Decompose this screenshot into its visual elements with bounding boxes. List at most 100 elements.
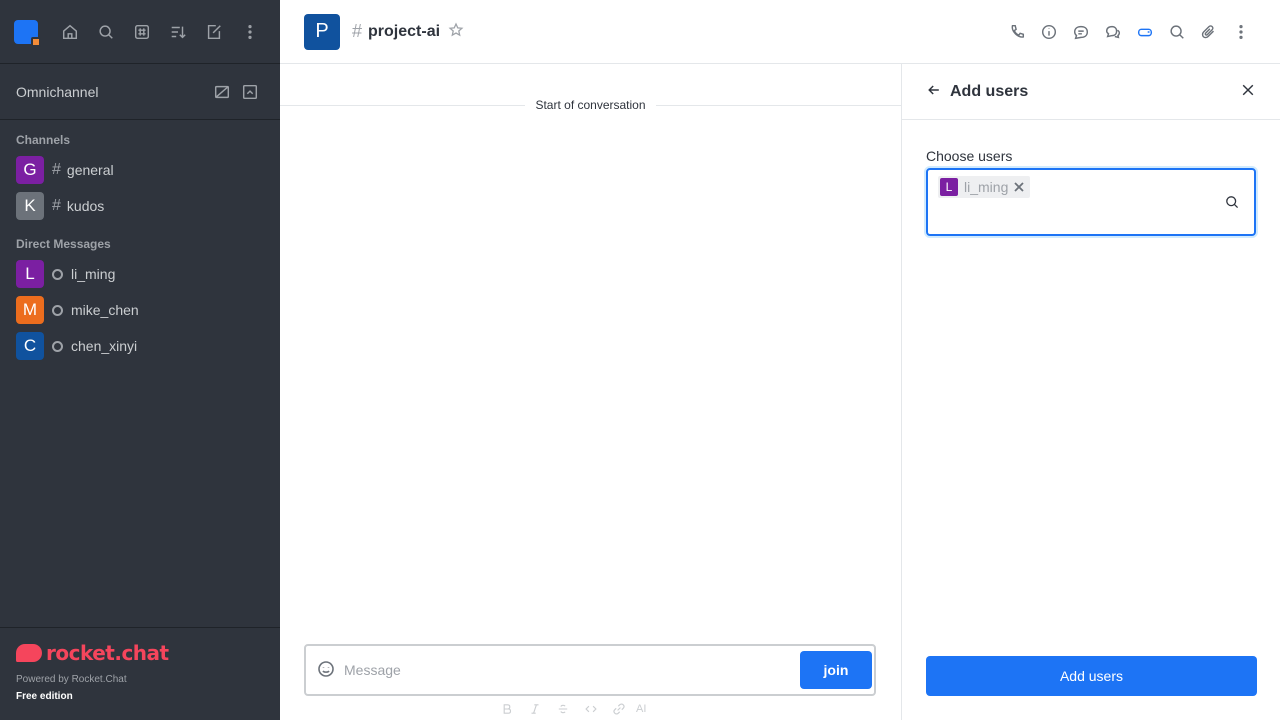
room-title[interactable]: project-ai bbox=[368, 23, 440, 41]
message-input[interactable] bbox=[344, 658, 792, 682]
user-search-input[interactable] bbox=[938, 202, 1218, 222]
panel-header: Add users bbox=[902, 64, 1280, 120]
room-avatar: K bbox=[16, 192, 44, 220]
edition-text: Free edition bbox=[16, 691, 73, 702]
strike-icon bbox=[558, 704, 568, 714]
room-name: general bbox=[66, 162, 114, 178]
call-button[interactable] bbox=[1002, 17, 1032, 47]
create-new-icon bbox=[207, 24, 221, 39]
message-area: Start of conversation join AI bbox=[280, 64, 901, 720]
room-name: mike_chen bbox=[71, 302, 139, 318]
ai-label[interactable]: AI bbox=[636, 703, 646, 715]
rocket-chat-logo[interactable]: rocket.chat bbox=[16, 640, 264, 666]
search-button[interactable] bbox=[90, 16, 122, 48]
bold-button[interactable] bbox=[496, 700, 518, 718]
italic-button[interactable] bbox=[524, 700, 546, 718]
chip-avatar: L bbox=[940, 178, 958, 196]
room-name: chen_xinyi bbox=[71, 338, 138, 354]
code-icon bbox=[585, 705, 597, 713]
directory-icon bbox=[134, 24, 150, 39]
home-icon bbox=[62, 24, 78, 39]
room-name: kudos bbox=[66, 198, 105, 214]
discussions-button[interactable] bbox=[1098, 17, 1128, 47]
sort-icon bbox=[171, 26, 186, 38]
chip-name: li_ming bbox=[964, 179, 1009, 195]
threads-icon bbox=[1073, 25, 1089, 39]
info-icon bbox=[1041, 24, 1057, 39]
user-avatar[interactable] bbox=[14, 19, 41, 47]
logo-text: rocket.chat bbox=[46, 641, 169, 665]
arrow-back-icon bbox=[928, 85, 939, 95]
sidebar-item-chen-xinyi[interactable]: C chen_xinyi bbox=[0, 328, 280, 364]
add-users-button[interactable]: Add users bbox=[926, 656, 1257, 696]
italic-icon bbox=[531, 704, 539, 714]
sidebar-menu-button[interactable] bbox=[234, 16, 266, 48]
contact-center-icon bbox=[214, 85, 230, 98]
sort-button[interactable] bbox=[162, 16, 194, 48]
room-header: P # project-ai bbox=[280, 0, 1280, 64]
omnichannel-bar: Omnichannel bbox=[0, 64, 280, 120]
room-toolbar bbox=[1002, 17, 1256, 47]
composer-toolbar: AI bbox=[496, 700, 646, 718]
room-info-button[interactable] bbox=[1034, 17, 1064, 47]
sidebar-item-general[interactable]: G # general bbox=[0, 152, 280, 188]
selected-user-chip: L li_ming bbox=[938, 176, 1031, 198]
channel-hash-icon: # bbox=[52, 197, 61, 214]
offline-status-icon bbox=[52, 268, 63, 280]
rocket-logo-icon bbox=[16, 644, 42, 662]
search-icon bbox=[1170, 24, 1184, 39]
kebab-icon bbox=[248, 24, 252, 39]
threads-button[interactable] bbox=[1066, 17, 1096, 47]
room-avatar: G bbox=[16, 156, 44, 184]
channel-hash-icon: # bbox=[52, 161, 61, 178]
omnichannel-label: Omnichannel bbox=[16, 83, 99, 100]
sidebar-header bbox=[0, 0, 280, 64]
emoji-button[interactable] bbox=[316, 659, 336, 682]
contact-center-button[interactable] bbox=[208, 78, 236, 106]
join-button[interactable]: join bbox=[800, 651, 872, 689]
channel-hash-icon: # bbox=[352, 21, 363, 41]
room-menu-button[interactable] bbox=[1226, 17, 1256, 47]
channels-section-title: Channels bbox=[16, 133, 71, 147]
panel-title: Add users bbox=[950, 82, 1029, 100]
home-button[interactable] bbox=[54, 16, 86, 48]
queue-button[interactable] bbox=[236, 78, 264, 106]
room-avatar: M bbox=[16, 296, 44, 324]
queue-icon bbox=[242, 84, 258, 99]
add-users-panel: Add users Choose users L li_ming Add use… bbox=[901, 64, 1280, 720]
sidebar-footer: rocket.chat Powered by Rocket.Chat Free … bbox=[0, 627, 280, 720]
sidebar-item-kudos[interactable]: K # kudos bbox=[0, 188, 280, 224]
sidebar-item-mike-chen[interactable]: M mike_chen bbox=[0, 292, 280, 328]
kebab-icon bbox=[1239, 24, 1243, 39]
code-button[interactable] bbox=[580, 700, 602, 718]
create-new-button[interactable] bbox=[198, 16, 230, 48]
offline-status-icon bbox=[52, 340, 63, 352]
search-icon bbox=[99, 24, 113, 39]
sidebar-item-li-ming[interactable]: L li_ming bbox=[0, 256, 280, 292]
user-chooser[interactable]: L li_ming bbox=[926, 168, 1256, 236]
favorite-star-icon[interactable] bbox=[448, 22, 464, 41]
link-button[interactable] bbox=[608, 700, 630, 718]
emoji-icon bbox=[318, 660, 334, 677]
strike-button[interactable] bbox=[552, 700, 574, 718]
offline-status-icon bbox=[52, 304, 63, 316]
divider-line bbox=[280, 104, 526, 106]
bold-icon bbox=[503, 704, 512, 714]
close-button[interactable] bbox=[1240, 82, 1256, 101]
message-composer: join bbox=[304, 644, 876, 696]
link-icon bbox=[613, 703, 625, 715]
directory-button[interactable] bbox=[126, 16, 158, 48]
members-button[interactable] bbox=[1130, 17, 1160, 47]
back-button[interactable] bbox=[926, 82, 942, 101]
files-button[interactable] bbox=[1194, 17, 1224, 47]
remove-chip-button[interactable] bbox=[1014, 179, 1024, 195]
search-messages-button[interactable] bbox=[1162, 17, 1192, 47]
search-icon bbox=[1224, 194, 1240, 213]
room-avatar[interactable]: P bbox=[304, 13, 340, 50]
divider-text: Start of conversation bbox=[535, 98, 646, 112]
discussion-icon bbox=[1105, 25, 1121, 38]
sidebar: Omnichannel Channels G # general K # kud… bbox=[0, 0, 280, 720]
call-icon bbox=[1011, 24, 1025, 38]
divider-line bbox=[655, 104, 901, 106]
choose-users-label: Choose users bbox=[926, 148, 1013, 164]
